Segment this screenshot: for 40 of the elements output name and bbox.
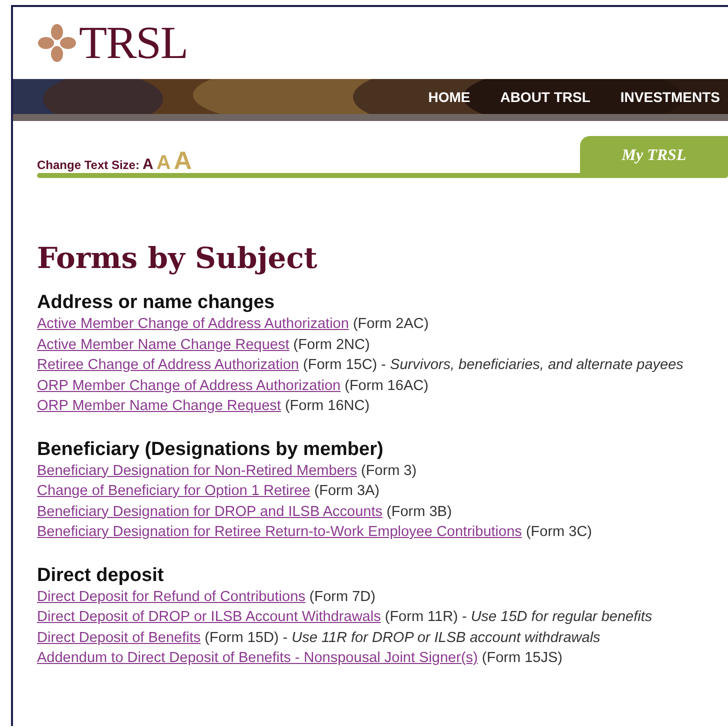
form-number: (Form 16NC) (284, 398, 370, 414)
section-heading: Direct deposit (37, 564, 165, 586)
form-number: (Form 15D) - (204, 630, 288, 646)
form-link[interactable]: Beneficiary Designation for Non-Retired Members (37, 462, 357, 478)
form-link[interactable]: Active Member Name Change Request (37, 336, 290, 352)
form-number: (Form 3C) (526, 524, 592, 540)
form-number: (Form 7D) (309, 588, 376, 604)
form-number: (Form 3) (360, 462, 417, 478)
form-link[interactable]: ORP Member Change of Address Authorization (37, 378, 341, 394)
nav-link[interactable]: ABOUT TRSL (500, 88, 590, 104)
form-note: Survivors, beneficiaries, and alternate payees (390, 357, 684, 373)
form-number: (Form 2AC) (352, 316, 429, 332)
form-link[interactable]: Retiree Change of Address Authorization (37, 357, 299, 373)
form-link[interactable]: Beneficiary Designation for Retiree Return-to-Work Employee Contributions (37, 524, 522, 540)
nav-link[interactable]: HOME (428, 88, 470, 104)
form-link[interactable]: Direct Deposit of DROP or ILSB Account Withdrawals (37, 609, 381, 625)
form-link[interactable]: Change of Beneficiary for Option 1 Retiree (37, 483, 310, 499)
section-heading: Address or name changes (37, 291, 276, 314)
form-link[interactable]: ORP Member Name Change Request (37, 398, 281, 414)
text-size-label: Change Text Size: (37, 158, 140, 172)
form-link[interactable]: Active Member Change of Address Authorization (37, 316, 349, 332)
form-link[interactable]: Direct Deposit of Benefits (37, 630, 201, 646)
flower-logo-icon (37, 23, 77, 63)
form-link[interactable]: Beneficiary Designation for DROP and ILSB Accounts (37, 504, 383, 520)
form-link[interactable]: Addendum to Direct Deposit of Benefits - Nonspousal Joint Signer(s) (37, 650, 478, 666)
nav-link[interactable]: INVESTMENTS (620, 88, 720, 104)
form-number: (Form 15C) - (303, 357, 386, 373)
form-number: (Form 3B) (386, 504, 452, 520)
form-link[interactable]: Direct Deposit for Refund of Contributions (37, 588, 306, 604)
form-number: (Form 3A) (314, 483, 380, 499)
form-number: (Form 15JS) (482, 650, 562, 666)
logo-text: TRSL (79, 20, 188, 66)
form-number: (Form 16AC) (344, 378, 428, 394)
text-size-option[interactable]: A (142, 157, 154, 172)
form-note: Use 11R for DROP or ILSB account withdrawals (292, 630, 600, 646)
form-number: (Form 11R) - (384, 609, 467, 625)
form-number: (Form 2NC) (293, 336, 370, 352)
form-note: Use 15D for regular benefits (470, 609, 652, 625)
section-heading: Beneficiary (Designations by member) (37, 438, 384, 460)
page-title: Forms by Subject (37, 241, 318, 275)
